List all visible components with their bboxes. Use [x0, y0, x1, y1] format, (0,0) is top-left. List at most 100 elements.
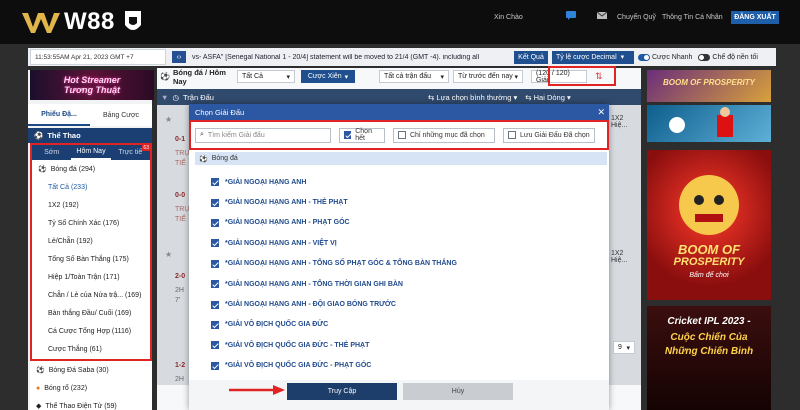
market-item-first-last-goal[interactable]: Bàn thắng Đầu/ Cuối (169)	[32, 304, 150, 322]
sports-header[interactable]: ⚽ Thể Thao	[28, 128, 152, 143]
market-item-total-goals[interactable]: Tổng Số Bàn Thắng (175)	[32, 250, 150, 268]
league-item[interactable]: *GIẢI NGOẠI HẠNG ANH - THẺ PHẠT	[211, 192, 591, 212]
chat-icon[interactable]	[566, 11, 576, 20]
match-filter-label: Tất cả trận đấu	[383, 73, 432, 80]
announcement-icon[interactable]: ‹›	[172, 51, 186, 63]
confirm-button[interactable]: Truy Cập	[287, 383, 397, 400]
league-item[interactable]: *GIẢI VÔ ĐỊCH QUỐC GIA ĐỨC - THẺ PHẠT	[211, 335, 591, 355]
league-group-soccer[interactable]: ⚽ Bóng đá	[195, 152, 607, 165]
left-sidebar: Hot Streamer Tương Thuật Phiếu Đặ... Bản…	[28, 70, 154, 410]
match-filter-select[interactable]: Tất cả trận đấu ▾	[378, 70, 449, 83]
news-ticker[interactable]: vs- ASFA" [Senegal National 1 - 20/4] st…	[192, 54, 510, 61]
sport-item-label: Bóng đá (294)	[50, 165, 96, 173]
market-item-all[interactable]: Tất Cả (233)	[32, 178, 150, 196]
slot-game-banner[interactable]: BOOM OF PROSPERITY Bấm để chơi	[647, 150, 771, 300]
promo-banner[interactable]: BOOM OF PROSPERITY	[647, 70, 771, 102]
collapse-icon[interactable]: ▼	[161, 93, 168, 102]
market-item-ht-ft[interactable]: Hiệp 1/Toàn Trận (171)	[32, 268, 150, 286]
sport-item-saba-soccer[interactable]: ⚽ Bóng Đá Saba (30)	[30, 361, 152, 379]
market-item-half-odd-even[interactable]: Chẵn / Lẻ của Nửa trậ... (169)	[32, 286, 150, 304]
logout-button[interactable]: ĐĂNG XUẤT	[731, 11, 779, 24]
parlay-button[interactable]: Cược Xiên ▾	[300, 70, 355, 83]
cricket-banner[interactable]: Cricket IPL 2023 - Cuộc Chiến Của Những …	[647, 306, 771, 410]
market-column-label: 1X2 Hiệ...	[611, 115, 628, 129]
chevron-down-icon: ▾	[286, 73, 290, 81]
profile-link[interactable]: Thông Tin Cá Nhân	[662, 14, 723, 21]
league-name: *GIẢI NGOẠI HẠNG ANH - TỔNG THỜI GIAN GH…	[225, 280, 403, 288]
normal-view-select[interactable]: ⇆ Lựa chọn bình thường ▾	[428, 93, 517, 102]
league-item[interactable]: *GIẢI NGOẠI HẠNG ANH - ĐỘI GIAO BÓNG TRƯ…	[211, 294, 591, 314]
results-button[interactable]: Kết Quả	[514, 50, 548, 64]
football-banner[interactable]	[647, 105, 771, 142]
tab-betslip[interactable]: Phiếu Đặ...	[28, 104, 90, 126]
tab-early[interactable]: Sớm	[32, 145, 71, 160]
club-crest-icon	[124, 11, 141, 30]
double-line-select[interactable]: ⇆ Hai Dòng ▾	[525, 93, 571, 102]
promo-banner-title: BOOM OF PROSPERITY	[662, 78, 755, 87]
checkbox-icon	[211, 198, 219, 207]
transfer-link[interactable]: Chuyển Quỹ	[617, 14, 656, 21]
tab-today[interactable]: Hôm Nay	[71, 145, 111, 160]
league-group-label: Bóng đá	[211, 155, 238, 162]
info-bar: 11:53:55AM Apr 21, 2023 GMT +7 ‹› vs- AS…	[28, 48, 776, 66]
market-item-mix-parlay[interactable]: Cá Cược Tổng Hợp (1116)	[32, 322, 150, 340]
gamepad-icon: ◆	[36, 403, 42, 410]
promo-title: Hot Streamer	[63, 75, 121, 85]
slot-title-line2: PROSPERITY	[673, 256, 745, 268]
chevron-down-icon: ▾	[620, 54, 625, 61]
quick-bet-toggle[interactable]	[638, 53, 650, 61]
table-left-column	[157, 105, 189, 385]
modal-title: Chọn Giải Đấu	[195, 108, 245, 117]
dark-mode-toggle[interactable]	[698, 53, 711, 61]
clock: 11:53:55AM Apr 21, 2023 GMT +7	[30, 49, 166, 65]
odds-type-select[interactable]: Tỷ lệ cược Decimal ▾	[552, 50, 634, 64]
market-item-outright[interactable]: Cược Thắng (61)	[32, 340, 150, 358]
league-item[interactable]: *GIẢI VÔ ĐỊCH QUỐC GIA ĐỨC	[211, 315, 591, 335]
streamer-promo-banner[interactable]: Hot Streamer Tương Thuật	[30, 70, 154, 100]
soccer-ball-icon: ⚽	[36, 367, 45, 374]
league-item[interactable]: *GIẢI NGOẠI HẠNG ANH - TỔNG THỜI GIAN GH…	[211, 274, 591, 294]
star-icon[interactable]: ★	[165, 115, 172, 124]
page-select[interactable]: 9 ▾	[613, 341, 635, 354]
odds-type-label: Tỷ lệ cược Decimal	[556, 53, 617, 61]
greeting-text: Xin Chào	[494, 14, 523, 21]
status-text: TIẾ	[175, 216, 186, 223]
star-icon[interactable]: ★	[165, 250, 172, 259]
promo-subtitle: Tương Thuật	[64, 85, 120, 95]
sport-item-label: Bóng rổ (232)	[44, 384, 88, 392]
chevron-down-icon: ▾	[344, 73, 349, 81]
status-text: TIẾ	[175, 160, 186, 167]
soccer-ball-icon: ⚽	[34, 131, 44, 140]
league-item[interactable]: *GIẢI NGOẠI HẠNG ANH - TỔNG SỐ PHẠT GÓC …	[211, 254, 591, 274]
sport-item-soccer[interactable]: ⚽ Bóng đá (294)	[32, 160, 150, 178]
cancel-button[interactable]: Hủy	[403, 383, 513, 400]
league-item[interactable]: *GIẢI NGOẠI HẠNG ANH - PHẠT GÓC	[211, 213, 591, 233]
league-item[interactable]: *GIẢI NGOẠI HẠNG ANH	[211, 172, 591, 192]
tab-live[interactable]: Trực tiế 63	[111, 145, 150, 160]
league-name: *GIẢI VÔ ĐỊCH QUỐC GIA ĐỨC - PHẠT GÓC	[225, 362, 372, 370]
sport-item-esports[interactable]: ◆ Thể Thao Điện Tử (59)	[30, 397, 152, 410]
score-text: 1-2	[175, 362, 186, 369]
league-name: *GIẢI VÔ ĐỊCH QUỐC GIA ĐỨC - THẺ PHẠT	[225, 341, 370, 349]
filter-select[interactable]: Tất Cả ▾	[236, 70, 295, 83]
league-name: *GIẢI VÔ ĐỊCH QUỐC GIA ĐỨC	[225, 321, 329, 329]
close-icon[interactable]: ✕	[597, 107, 605, 118]
tab-bet-history[interactable]: Bảng Cược	[90, 104, 152, 126]
league-item[interactable]: *GIẢI VÔ ĐỊCH QUỐC GIA ĐỨC - PHẠT GÓC	[211, 356, 591, 376]
league-name: *GIẢI NGOẠI HẠNG ANH - PHẠT GÓC	[225, 219, 350, 227]
logo[interactable]: W88	[22, 8, 143, 36]
cricket-subtitle-2: Những Chiến Binh	[664, 346, 754, 357]
market-item-odd-even[interactable]: Lẻ/Chẵn (192)	[32, 232, 150, 250]
checkbox-icon	[211, 259, 219, 268]
market-item-correct-score[interactable]: Tỷ Số Chính Xác (176)	[32, 214, 150, 232]
slot-cta: Bấm để chơi	[689, 272, 729, 279]
checkbox-icon	[211, 239, 219, 248]
mail-icon[interactable]	[597, 11, 607, 20]
sort-select[interactable]: Từ trước đến nay ▾	[452, 70, 523, 83]
league-item[interactable]: *GIẢI NGOẠI HẠNG ANH - VIỆT VỊ	[211, 233, 591, 253]
sport-menu: Sớm Hôm Nay Trực tiế 63 ⚽ Bóng đá (294) …	[30, 143, 152, 361]
league-name: *GIẢI NGOẠI HẠNG ANH - VIỆT VỊ	[225, 239, 337, 247]
brand-mark-icon	[22, 13, 60, 33]
market-item-1x2[interactable]: 1X2 (192)	[32, 196, 150, 214]
sport-item-basketball[interactable]: ● Bóng rổ (232)	[30, 379, 152, 397]
